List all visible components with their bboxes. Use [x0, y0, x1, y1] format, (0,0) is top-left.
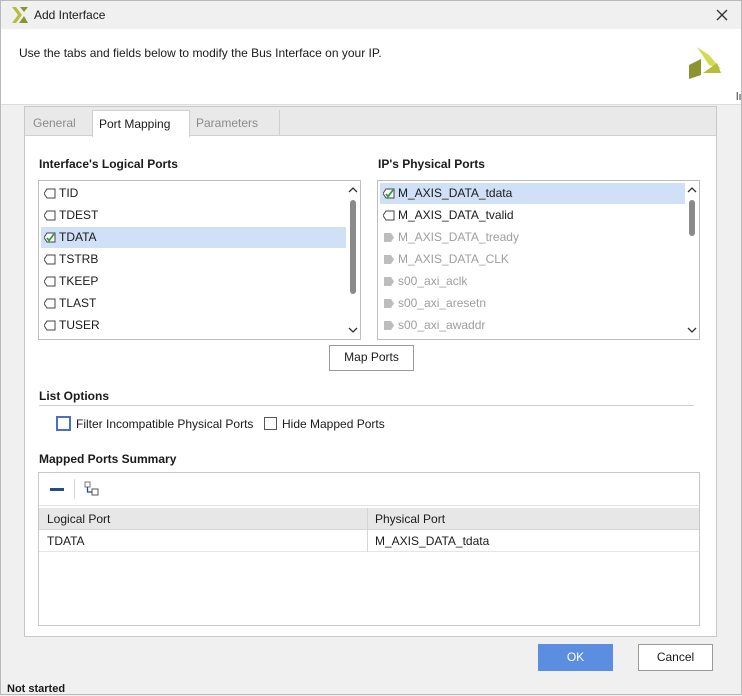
logical-port-label: TID — [59, 186, 79, 200]
mapped-ports-summary-label: Mapped Ports Summary — [39, 452, 177, 466]
logical-port-label: TDEST — [59, 208, 99, 222]
list-item[interactable]: TID — [41, 183, 346, 204]
summary-toolbar — [39, 473, 699, 506]
logical-ports-scrollbar[interactable] — [347, 182, 359, 338]
scroll-down-icon[interactable] — [347, 324, 359, 336]
column-divider[interactable] — [367, 508, 368, 530]
list-item[interactable]: TDATA — [41, 227, 346, 248]
list-item[interactable]: TSTRB — [41, 249, 346, 270]
logical-ports-label: Interface's Logical Ports — [39, 157, 178, 171]
port-icon — [383, 210, 395, 221]
background-status-strip: Not started — [1, 683, 742, 696]
scroll-up-icon[interactable] — [347, 184, 359, 196]
auto-connect-icon[interactable] — [84, 481, 100, 497]
mapped-ports-summary: Logical Port Physical Port TDATA M_AXIS_… — [38, 472, 700, 626]
mapped-port-icon — [44, 232, 56, 243]
list-options-divider — [39, 405, 694, 406]
cell-physical-port: M_AXIS_DATA_tdata — [375, 534, 490, 548]
filter-incompatible-label: Filter Incompatible Physical Ports — [76, 417, 254, 431]
list-item: s00_axi_aresetn — [380, 293, 685, 314]
physical-port-label: M_AXIS_DATA_tvalid — [398, 208, 514, 222]
list-item[interactable]: TUSER — [41, 315, 346, 336]
filter-incompatible-checkbox[interactable]: Filter Incompatible Physical Ports — [56, 416, 266, 433]
output-port-icon — [384, 277, 394, 286]
vendor-logo-icon — [689, 47, 721, 79]
table-row[interactable]: TDATA M_AXIS_DATA_tdata — [39, 530, 699, 552]
dialog-description: Use the tabs and fields below to modify … — [19, 46, 382, 60]
add-interface-dialog: Add Interface Use the tabs and fields be… — [0, 0, 742, 695]
tab-parameters[interactable]: Parameters — [190, 110, 280, 136]
ok-button[interactable]: OK — [538, 644, 613, 671]
list-item[interactable]: M_AXIS_DATA_tvalid — [380, 205, 685, 226]
list-item[interactable]: TLAST — [41, 293, 346, 314]
tab-general-label: General — [33, 116, 76, 130]
background-status-text: Not started — [7, 683, 66, 695]
logical-ports-list[interactable]: TID TDEST TDATA TSTRB TKEEP TLAST TUSER — [38, 180, 361, 340]
list-item: M_AXIS_DATA_tready — [380, 227, 685, 248]
list-item: s00_axi_awaddr — [380, 315, 685, 336]
list-item[interactable]: TKEEP — [41, 271, 346, 292]
column-divider — [367, 530, 368, 552]
hide-mapped-box[interactable] — [264, 417, 277, 430]
output-port-icon — [384, 299, 394, 308]
port-icon — [44, 254, 56, 265]
tab-panel: General Port Mapping Parameters Interfac… — [24, 106, 717, 637]
hide-mapped-label: Hide Mapped Ports — [282, 417, 385, 431]
tab-port-mapping-label: Port Mapping — [99, 117, 171, 131]
hide-mapped-checkbox[interactable]: Hide Mapped Ports — [264, 417, 394, 433]
scroll-up-icon[interactable] — [686, 184, 698, 196]
toolbar-divider — [74, 479, 75, 499]
cell-logical-port: TDATA — [47, 534, 85, 548]
list-options-label: List Options — [39, 389, 109, 403]
port-icon — [44, 188, 56, 199]
tab-parameters-label: Parameters — [196, 116, 259, 130]
logical-port-label: TDATA — [59, 230, 97, 244]
physical-port-label: s00_axi_aclk — [398, 274, 468, 288]
scroll-thumb[interactable] — [689, 200, 695, 236]
list-item: M_AXIS_DATA_CLK — [380, 249, 685, 270]
column-header-logical-port[interactable]: Logical Port — [47, 508, 110, 530]
title-bar: Add Interface — [1, 1, 741, 29]
close-icon[interactable] — [713, 6, 731, 24]
tab-general[interactable]: General — [27, 110, 93, 136]
window-title: Add Interface — [34, 8, 106, 22]
physical-ports-scrollbar[interactable] — [686, 182, 698, 338]
port-icon — [44, 298, 56, 309]
logical-port-label: TKEEP — [59, 274, 99, 288]
output-port-icon — [384, 321, 394, 330]
clipped-background-text: lı — [736, 91, 742, 103]
map-ports-button[interactable]: Map Ports — [329, 345, 414, 371]
port-icon — [44, 320, 56, 331]
physical-port-label: M_AXIS_DATA_tready — [398, 230, 519, 244]
scroll-thumb[interactable] — [350, 200, 356, 294]
app-logo-icon — [12, 7, 28, 23]
port-icon — [44, 210, 56, 221]
logical-port-label: TSTRB — [59, 252, 99, 266]
column-header-physical-port[interactable]: Physical Port — [375, 508, 445, 530]
port-icon — [44, 276, 56, 287]
remove-icon[interactable] — [49, 483, 65, 495]
logical-port-label: TLAST — [59, 296, 97, 310]
tab-port-mapping[interactable]: Port Mapping — [92, 110, 190, 137]
output-port-icon — [384, 233, 394, 242]
physical-ports-list[interactable]: M_AXIS_DATA_tdata M_AXIS_DATA_tvalid M_A… — [377, 180, 700, 340]
physical-port-label: M_AXIS_DATA_tdata — [398, 186, 513, 200]
physical-port-label: s00_axi_awaddr — [398, 318, 486, 332]
scroll-down-icon[interactable] — [686, 324, 698, 336]
logical-port-label: TUSER — [59, 318, 100, 332]
physical-ports-label: IP's Physical Ports — [378, 157, 485, 171]
tab-bar: General Port Mapping Parameters — [25, 107, 716, 137]
output-port-icon — [384, 255, 394, 264]
list-item[interactable]: TDEST — [41, 205, 346, 226]
filter-incompatible-box[interactable] — [56, 416, 71, 431]
list-item[interactable]: M_AXIS_DATA_tdata — [380, 183, 685, 204]
list-item: s00_axi_aclk — [380, 271, 685, 292]
cancel-button[interactable]: Cancel — [638, 644, 713, 671]
physical-port-label: s00_axi_aresetn — [398, 296, 487, 310]
physical-port-label: M_AXIS_DATA_CLK — [398, 252, 509, 266]
summary-table-header: Logical Port Physical Port — [39, 508, 699, 530]
mapped-port-icon — [383, 188, 395, 199]
dialog-header: Use the tabs and fields below to modify … — [1, 29, 742, 105]
